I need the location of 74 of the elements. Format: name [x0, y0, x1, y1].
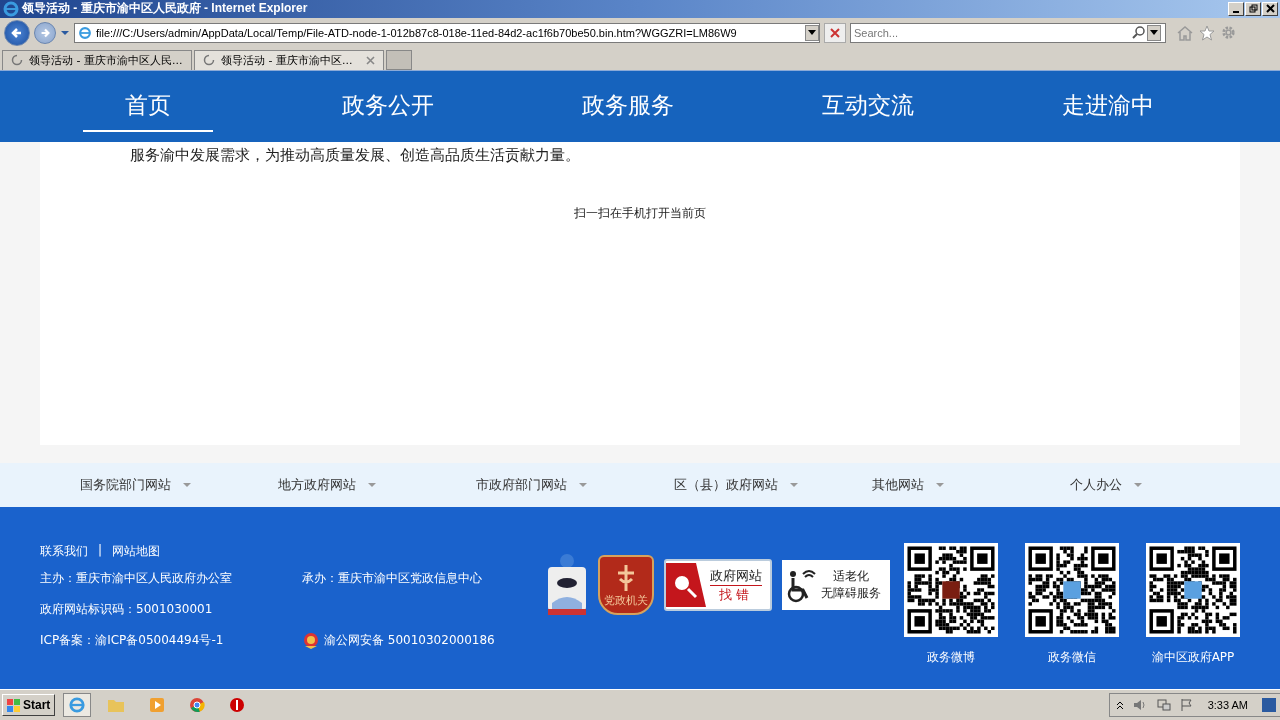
- ie-taskbar-button[interactable]: [63, 693, 92, 717]
- restore-button[interactable]: [1245, 2, 1261, 16]
- address-field[interactable]: file:///C:/Users/admin/AppData/Local/Temp/File-ATD-node-1-012b87c8-018e-11ed-84d2-ac1f6b70be50.bin.htm?WGGZRI=LM86W9: [74, 22, 820, 43]
- error-report-badge[interactable]: 政府网站 找错: [664, 559, 772, 612]
- chrome-icon[interactable]: [189, 697, 206, 713]
- site-links-dropdown[interactable]: 其他网站: [872, 476, 1070, 495]
- dropdown-icon[interactable]: [60, 29, 70, 36]
- nav-item[interactable]: 走进渝中: [1043, 70, 1173, 132]
- caret-icon: [368, 483, 376, 488]
- windows-logo-icon: [7, 698, 21, 712]
- close-button[interactable]: [1262, 2, 1278, 16]
- clock: 3:33 AM: [1207, 699, 1248, 711]
- nav-item[interactable]: 首页: [83, 70, 213, 132]
- site-links-dropdown[interactable]: 个人办公: [1070, 476, 1268, 495]
- arrow-right-icon: [39, 26, 51, 39]
- close-icon: [830, 27, 840, 38]
- qr-caption: 渝中区政府APP: [1151, 649, 1235, 667]
- caret-icon: [1134, 483, 1142, 488]
- arrow-left-icon: [10, 25, 24, 40]
- caret-icon: [936, 483, 944, 488]
- caret-icon: [808, 30, 816, 36]
- start-button[interactable]: Start: [2, 694, 56, 716]
- article-paragraph: 服务渝中发展需求，为推动高质量发展、创造高品质生活贡献力量。: [130, 145, 581, 165]
- nav-item[interactable]: 政务公开: [323, 70, 453, 132]
- site-links-dropdown[interactable]: 国务院部门网站: [80, 476, 278, 495]
- browser-tab[interactable]: 领导活动 - 重庆市渝中区人民...: [2, 49, 192, 70]
- close-icon: [1265, 4, 1275, 14]
- chevron-up-icon[interactable]: [1115, 700, 1124, 710]
- loading-icon: [203, 54, 215, 67]
- dropdown-button[interactable]: [805, 24, 819, 41]
- site-code-text: 政府网站标识码：5001030001: [40, 601, 213, 619]
- minimize-button[interactable]: [1228, 2, 1244, 16]
- police-record-text: 渝公网安备 50010302000186: [324, 632, 495, 650]
- party-government-badge[interactable]: 党政机关: [598, 555, 654, 616]
- nav-item[interactable]: 政务服务: [563, 70, 693, 132]
- window-title: 领导活动 - 重庆市渝中区人民政府 - Internet Explorer: [22, 0, 308, 18]
- forward-button[interactable]: [34, 21, 56, 44]
- qr-caption: 政务微博: [927, 649, 975, 667]
- star-icon[interactable]: [1198, 24, 1216, 41]
- qr-code-icon[interactable]: [904, 543, 998, 638]
- police-badge-icon[interactable]: [546, 553, 588, 618]
- network-icon[interactable]: [1155, 698, 1172, 712]
- back-button[interactable]: [4, 19, 30, 46]
- speaker-icon[interactable]: [1131, 698, 1148, 712]
- qr-code-icon[interactable]: [1025, 543, 1119, 638]
- nav-item[interactable]: 互动交流: [803, 70, 933, 132]
- accessibility-badge[interactable]: 适老化 无障碍服务: [782, 560, 890, 611]
- site-links-dropdown[interactable]: 区（县）政府网站: [674, 476, 872, 495]
- new-tab-button[interactable]: [386, 49, 412, 70]
- ie-page-icon: [78, 25, 92, 40]
- qr-caption: 扫一扫在手机打开当前页: [573, 204, 707, 222]
- site-links-dropdown[interactable]: 地方政府网站: [278, 476, 476, 495]
- magnifier-icon: [666, 563, 706, 608]
- footer-link[interactable]: 联系我们: [40, 543, 88, 564]
- icp-text: ICP备案：渝ICP备05004494号-1: [40, 632, 225, 650]
- browser-tab[interactable]: 领导活动 - 重庆市渝中区...: [194, 49, 384, 70]
- restore-icon: [1248, 4, 1258, 14]
- sponsor-text: 主办：重庆市渝中区人民政府办公室: [40, 570, 233, 588]
- caret-icon: [790, 483, 798, 488]
- qr-caption: 政务微信: [1048, 649, 1096, 667]
- caret-icon: [579, 483, 587, 488]
- ie-logo-icon: [3, 1, 19, 17]
- police-emblem-icon: [302, 631, 320, 650]
- footer-link[interactable]: 网站地图: [112, 543, 161, 564]
- site-links-dropdown[interactable]: 市政府部门网站: [476, 476, 674, 495]
- flag-icon[interactable]: [1179, 698, 1194, 712]
- stop-sign-icon[interactable]: [229, 697, 246, 713]
- loading-icon: [11, 54, 23, 67]
- link-separator: |: [98, 543, 103, 560]
- organizer-text: 承办：重庆市渝中区党政信息中心: [302, 570, 482, 588]
- caret-icon: [183, 483, 191, 488]
- stop-button[interactable]: [824, 22, 846, 43]
- close-tab-icon[interactable]: [366, 55, 375, 65]
- qr-code-icon[interactable]: [1146, 543, 1240, 638]
